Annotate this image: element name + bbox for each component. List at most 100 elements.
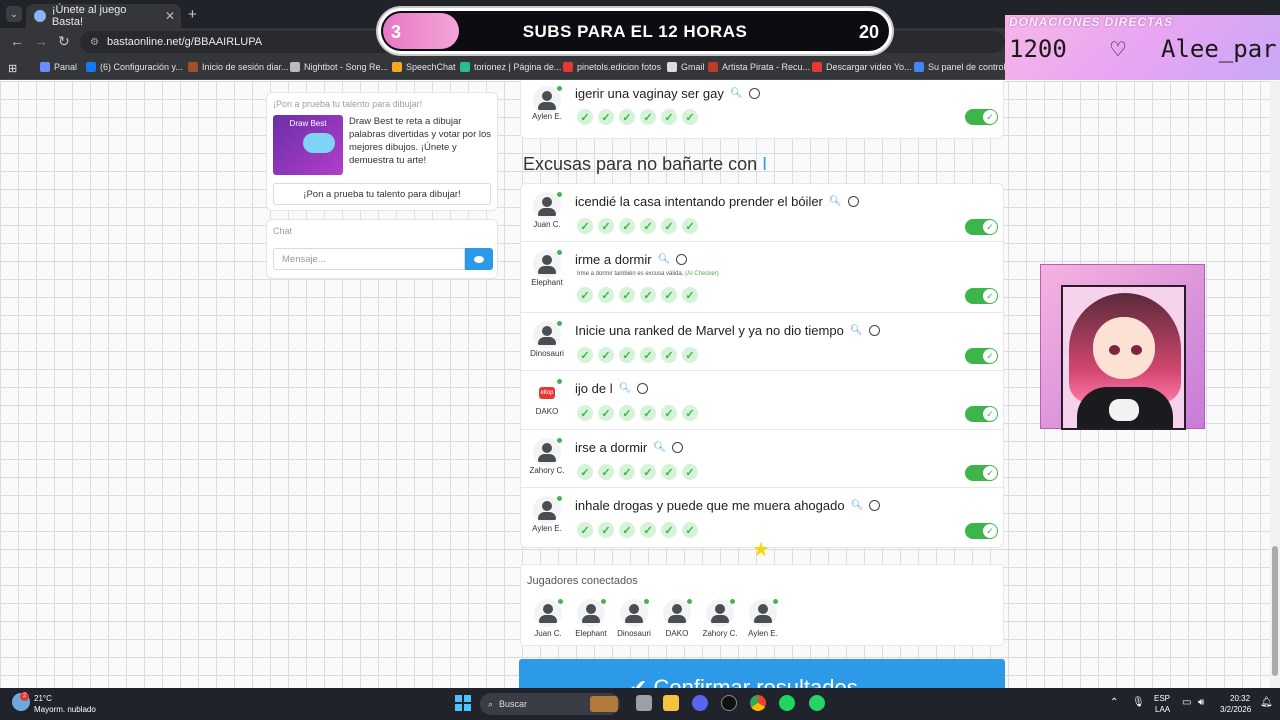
volume-icon[interactable]: 🔊︎: [1198, 697, 1204, 708]
react-icon[interactable]: [676, 254, 688, 265]
accept-toggle[interactable]: [965, 219, 998, 235]
accept-toggle[interactable]: [965, 465, 998, 481]
react-icon[interactable]: [869, 500, 881, 511]
check-icon[interactable]: ✓: [640, 287, 656, 303]
accept-toggle[interactable]: [965, 288, 998, 304]
check-icon[interactable]: ✓: [661, 218, 677, 234]
spotify-icon[interactable]: [779, 695, 795, 711]
check-icon[interactable]: ✓: [619, 405, 635, 421]
search-icon[interactable]: 🔍︎: [851, 500, 864, 511]
check-icon[interactable]: ✓: [619, 347, 635, 363]
chrome-icon[interactable]: [750, 695, 766, 711]
discord-icon[interactable]: [692, 695, 708, 711]
accept-toggle[interactable]: [965, 109, 998, 125]
reload-icon[interactable]: ↻: [58, 33, 70, 50]
language-primary[interactable]: ESP: [1154, 694, 1170, 703]
check-icon[interactable]: ✓: [619, 218, 635, 234]
check-icon[interactable]: ✓: [640, 347, 656, 363]
check-icon[interactable]: ✓: [661, 405, 677, 421]
check-icon[interactable]: ✓: [661, 522, 677, 538]
check-icon[interactable]: ✓: [640, 218, 656, 234]
clock-date[interactable]: 3/2/2026: [1220, 705, 1251, 714]
whatsapp-icon[interactable]: [809, 695, 825, 711]
check-icon[interactable]: ✓: [598, 464, 614, 480]
check-icon[interactable]: ✓: [619, 287, 635, 303]
check-icon[interactable]: ✓: [661, 109, 677, 125]
bookmark-item[interactable]: (6) Configuración y...: [86, 62, 183, 72]
forward-icon[interactable]: →: [34, 33, 48, 49]
windows-start-icon[interactable]: [455, 695, 471, 711]
check-icon[interactable]: ✓: [577, 405, 593, 421]
close-tab-icon[interactable]: ✕: [165, 9, 175, 23]
check-icon[interactable]: ✓: [640, 522, 656, 538]
notifications-icon[interactable]: 🔔︎: [1260, 697, 1273, 708]
bookmark-item[interactable]: pinetols.edicion fotos: [563, 62, 661, 72]
check-icon[interactable]: ✓: [682, 218, 698, 234]
check-icon[interactable]: ✓: [682, 522, 698, 538]
bookmark-item[interactable]: Nightbot - Song Re...: [290, 62, 388, 72]
check-icon[interactable]: ✓: [682, 109, 698, 125]
check-icon[interactable]: ✓: [598, 405, 614, 421]
scrollbar-thumb[interactable]: [1272, 546, 1278, 676]
check-icon[interactable]: ✓: [577, 464, 593, 480]
check-icon[interactable]: ✓: [577, 287, 593, 303]
bookmark-item[interactable]: Descargar video Yo...: [812, 62, 912, 72]
file-explorer-icon[interactable]: [663, 695, 679, 711]
check-icon[interactable]: ✓: [640, 109, 656, 125]
search-icon[interactable]: 🔍︎: [829, 196, 842, 207]
bookmark-item[interactable]: SpeechChat: [392, 62, 456, 72]
obs-icon[interactable]: [721, 695, 737, 711]
accept-toggle[interactable]: [965, 406, 998, 422]
check-icon[interactable]: ✓: [682, 464, 698, 480]
check-icon[interactable]: ✓: [619, 109, 635, 125]
react-icon[interactable]: [637, 383, 649, 394]
check-icon[interactable]: ✓: [598, 109, 614, 125]
check-icon[interactable]: ✓: [598, 522, 614, 538]
search-icon[interactable]: 🔍︎: [619, 383, 632, 394]
check-icon[interactable]: ✓: [598, 287, 614, 303]
search-icon[interactable]: 🔍︎: [730, 88, 743, 99]
check-icon[interactable]: ✓: [577, 109, 593, 125]
check-icon[interactable]: ✓: [577, 218, 593, 234]
react-icon[interactable]: [847, 196, 859, 207]
back-icon[interactable]: ←: [10, 33, 24, 49]
react-icon[interactable]: [868, 325, 880, 336]
browser-tab[interactable]: ¡Únete al juego Basta! ✕: [26, 4, 181, 28]
bookmark-item[interactable]: torionez | Página de...: [460, 62, 561, 72]
react-icon[interactable]: [671, 442, 683, 453]
check-icon[interactable]: ✓: [577, 347, 593, 363]
check-icon[interactable]: ✓: [661, 347, 677, 363]
tray-chevron-icon[interactable]: ⌃: [1110, 697, 1118, 708]
bookmark-item[interactable]: Artista Pirata - Recu...: [708, 62, 810, 72]
chat-input[interactable]: Mensaje...: [273, 248, 465, 270]
clock-time[interactable]: 20:32: [1230, 694, 1250, 703]
apps-grid-icon[interactable]: ⊞: [8, 62, 17, 75]
check-icon[interactable]: ✓: [619, 522, 635, 538]
chat-send-button[interactable]: [465, 248, 493, 270]
new-tab-button[interactable]: +: [188, 6, 197, 23]
accept-toggle[interactable]: [965, 348, 998, 364]
react-icon[interactable]: [748, 88, 760, 99]
bookmark-item[interactable]: Panal: [40, 62, 77, 72]
microphone-icon[interactable]: 🎙︎: [1132, 697, 1145, 708]
search-icon[interactable]: 🔍︎: [658, 254, 671, 265]
task-view-icon[interactable]: [636, 695, 652, 711]
check-icon[interactable]: ✓: [619, 464, 635, 480]
check-icon[interactable]: ✓: [661, 464, 677, 480]
tab-search-button[interactable]: ⌄: [6, 6, 22, 22]
check-icon[interactable]: ✓: [577, 522, 593, 538]
page-scrollbar[interactable]: [1270, 81, 1280, 688]
search-icon[interactable]: 🔍︎: [850, 325, 863, 336]
language-secondary[interactable]: LAA: [1155, 705, 1170, 714]
bookmark-item[interactable]: Inicio de sesión diar...: [188, 62, 289, 72]
taskbar-search[interactable]: ⌕ Buscar: [480, 693, 620, 715]
bookmark-item[interactable]: Su panel de control...: [914, 62, 1013, 72]
draw-best-image[interactable]: Draw Best: [273, 115, 343, 175]
check-icon[interactable]: ✓: [661, 287, 677, 303]
check-icon[interactable]: ✓: [598, 347, 614, 363]
network-icon[interactable]: ▭: [1182, 697, 1191, 708]
check-icon[interactable]: ✓: [598, 218, 614, 234]
bookmark-item[interactable]: Gmail: [667, 62, 705, 72]
search-icon[interactable]: 🔍︎: [653, 442, 666, 453]
check-icon[interactable]: ✓: [682, 347, 698, 363]
